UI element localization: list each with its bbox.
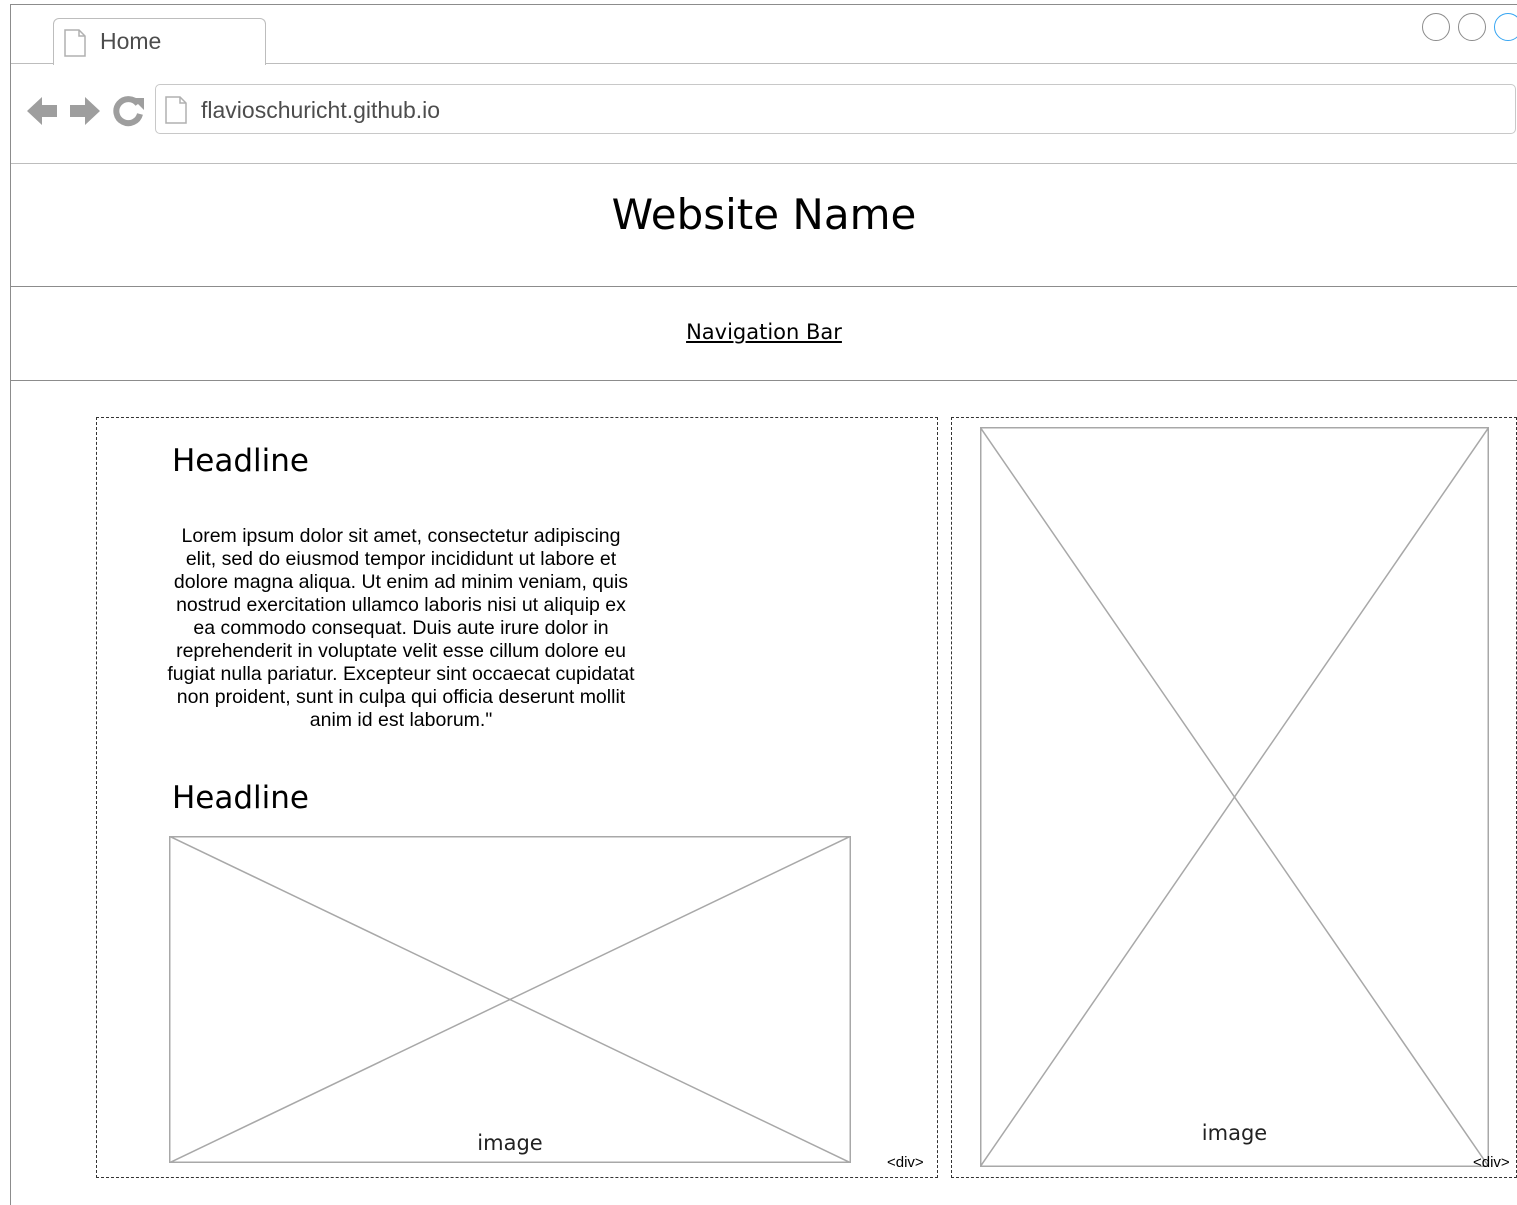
reload-icon[interactable] bbox=[111, 94, 145, 132]
toolbar-divider bbox=[11, 163, 1517, 164]
headline-2: Headline bbox=[172, 780, 310, 816]
sidebar-image-placeholder: image bbox=[980, 427, 1489, 1167]
header-divider bbox=[11, 286, 1517, 287]
headline-1: Headline bbox=[172, 443, 310, 479]
site-title: Website Name bbox=[611, 190, 917, 239]
nav-divider bbox=[11, 380, 1517, 381]
navigation-bar-link[interactable]: Navigation Bar bbox=[11, 320, 1517, 344]
address-bar[interactable]: flavioschuricht.github.io bbox=[155, 84, 1516, 134]
page-icon bbox=[64, 29, 86, 61]
tab-home[interactable]: Home bbox=[53, 18, 266, 65]
div-tag-label: <div> bbox=[1473, 1154, 1510, 1171]
address-text: flavioschuricht.github.io bbox=[201, 97, 441, 123]
image-label: image bbox=[477, 1131, 543, 1155]
window-control-circle-icon[interactable] bbox=[1422, 13, 1450, 41]
div-tag-label: <div> bbox=[887, 1154, 924, 1171]
window-control-circle-icon[interactable] bbox=[1458, 13, 1486, 41]
window-control-active-circle-icon[interactable] bbox=[1494, 13, 1517, 41]
tab-label: Home bbox=[100, 28, 162, 54]
forward-arrow-icon[interactable] bbox=[68, 94, 102, 132]
back-arrow-icon[interactable] bbox=[25, 94, 59, 132]
sidebar-image-label: image bbox=[1201, 1121, 1268, 1145]
page-icon bbox=[165, 96, 187, 128]
body-text: Lorem ipsum dolor sit amet, consectetur … bbox=[167, 525, 635, 731]
image-placeholder: image bbox=[169, 836, 851, 1163]
